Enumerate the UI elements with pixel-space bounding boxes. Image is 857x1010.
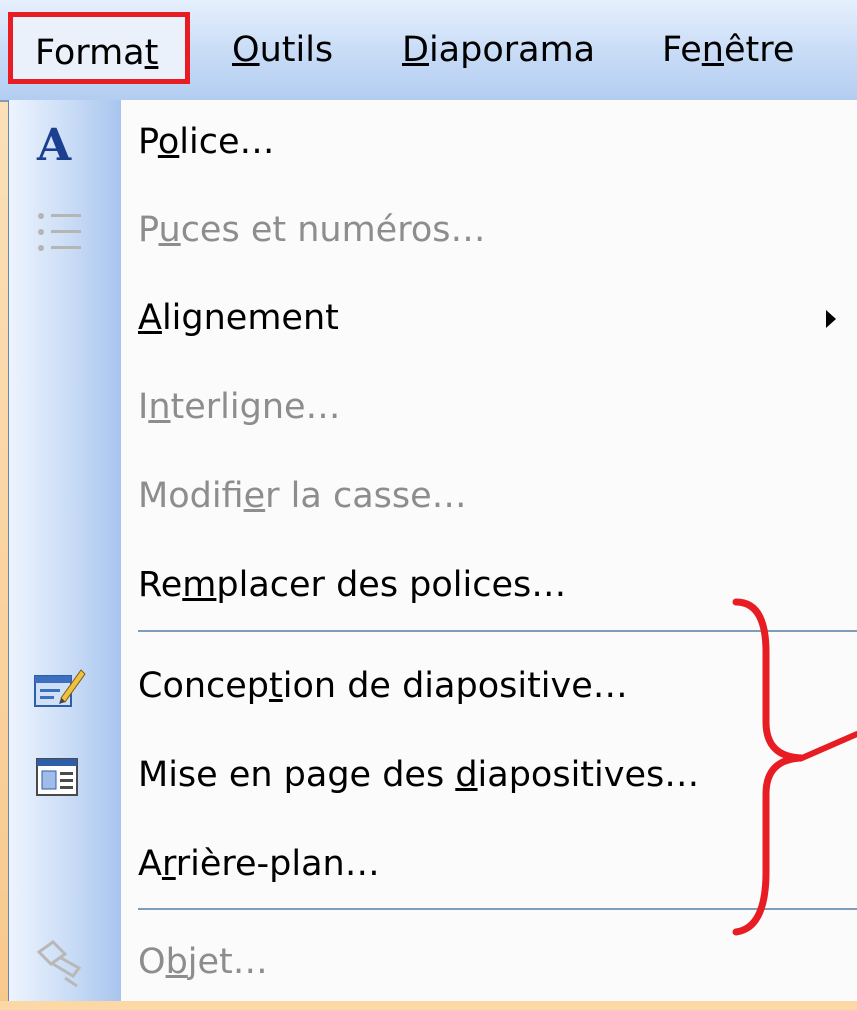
menu-fenetre-label-a: Fe [662,30,702,70]
alignement-mnemonic: A [138,298,162,338]
remplacer-mnemonic: m [182,565,217,605]
menu-bar: Format Outils Diaporama Fenêtre [0,0,857,102]
menu-outils[interactable]: Outils [232,28,333,72]
police-label-a: P [138,122,158,162]
menu-outils-label-b: utils [259,30,334,70]
objet-mnemonic: b [165,942,188,982]
menu-item-modifier-casse[interactable]: Modifier la casse… [9,454,857,544]
mise-en-page-label-b: iapositives… [477,755,700,795]
puces-label-a: P [138,210,159,250]
objet-label-a: O [138,942,166,982]
police-mnemonic: o [157,122,180,162]
menu-format-label-a: Forma [35,33,145,73]
conception-label-b: ion de diapositive… [282,666,628,706]
remplacer-label-a: Re [138,565,183,605]
slide-design-icon [31,662,87,714]
puces-label-b: ces et numéros… [180,210,486,250]
casse-mnemonic: e [243,476,266,516]
menu-diaporama-label-b: iaporama [428,30,596,70]
objet-label-b: jet… [187,942,268,982]
alignement-label-b: lignement [161,298,339,338]
casse-label-b: r la casse… [265,476,467,516]
menu-diaporama[interactable]: Diaporama [402,28,595,72]
object-icon [31,938,87,990]
submenu-arrow-icon [826,310,836,328]
remplacer-label-b: placer des polices… [216,565,567,605]
arriere-plan-label-a: A [138,844,162,884]
mise-en-page-mnemonic: d [455,755,478,795]
annotation-brace [732,598,857,936]
mise-en-page-label-a: Mise en page des [138,755,456,795]
interligne-label-b: terligne… [170,387,341,427]
menu-item-alignement[interactable]: Alignement [9,276,857,366]
interligne-label-a: I [138,387,149,427]
menu-item-interligne[interactable]: Interligne… [9,365,857,455]
menu-fenetre-label-b: être [723,30,795,70]
interligne-mnemonic: n [148,387,171,427]
menu-item-puces-numeros[interactable]: Puces et numéros… [9,188,857,278]
menu-diaporama-mnemonic: D [402,30,429,70]
bullets-numbering-icon [31,206,87,258]
menu-fenetre[interactable]: Fenêtre [662,28,794,72]
menu-fenetre-mnemonic: n [701,30,724,70]
font-a-icon: A [31,118,87,171]
casse-label-a: Modifi [138,476,244,516]
slide-layout-icon [31,751,87,803]
police-label-b: lice… [179,122,275,162]
svg-text:A: A [36,120,72,170]
arriere-plan-mnemonic: r [161,844,176,884]
puces-mnemonic: u [158,210,181,250]
menu-format-mnemonic: t [144,33,159,73]
arriere-plan-label-b: rière-plan… [175,844,380,884]
conception-mnemonic: t [269,666,283,706]
menu-item-police[interactable]: A Police… [9,100,857,190]
conception-label-a: Concep [138,666,270,706]
menu-format[interactable]: Format [8,12,190,84]
menu-outils-mnemonic: O [232,30,260,70]
